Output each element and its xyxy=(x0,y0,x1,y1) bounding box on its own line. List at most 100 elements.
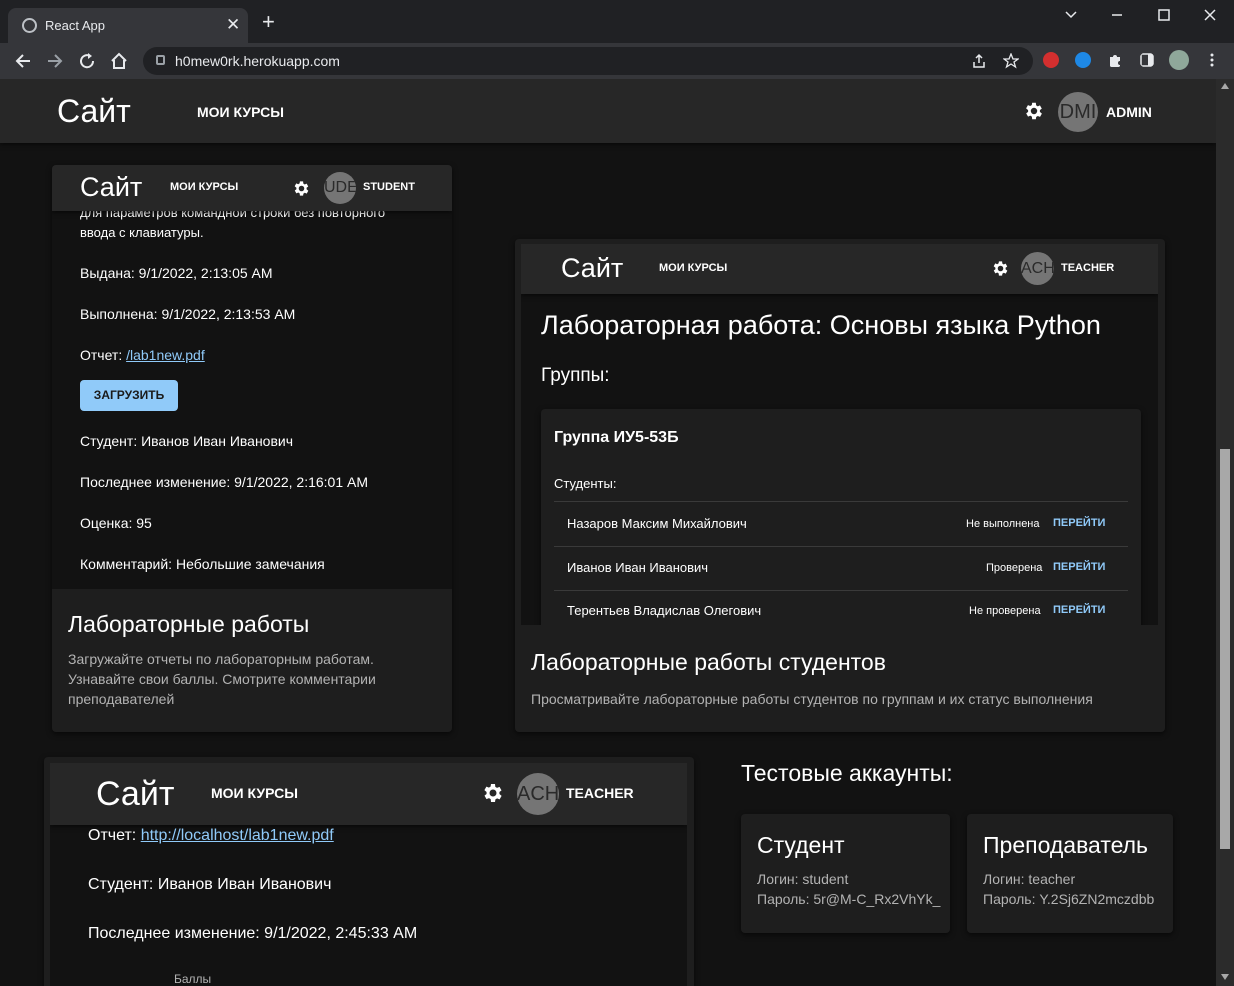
new-tab-button[interactable]: + xyxy=(262,11,275,33)
student-row: Назаров Максим Михайлович Не выполнена П… xyxy=(554,502,1128,546)
user-role: TEACHER xyxy=(566,785,634,801)
report-label: Отчет: xyxy=(88,827,141,844)
grade: Оценка: 95 xyxy=(80,515,152,531)
card-description: Просматривайте лабораторные работы студе… xyxy=(531,691,1093,707)
browser-tab[interactable]: React App ✕ xyxy=(8,8,248,43)
account-login: Логин: student xyxy=(757,871,849,887)
student-row-name: Иванов Иван Иванович xyxy=(567,560,709,575)
extension-blue-icon[interactable] xyxy=(1075,52,1091,68)
page-scrollbar[interactable] xyxy=(1216,79,1234,986)
scroll-up-icon[interactable] xyxy=(1221,83,1229,89)
student-app-bar: Сайт МОИ КУРСЫ UDE STUDENT xyxy=(52,165,452,211)
close-window-icon[interactable] xyxy=(1203,8,1217,22)
account-title: Студент xyxy=(757,832,845,858)
comment: Комментарий: Небольшие замечания xyxy=(80,556,325,572)
student-feature-card: Сайт МОИ КУРСЫ UDE STUDENT для параметро… xyxy=(52,165,452,732)
group-card: Группа ИУ5-53Б Студенты: Назаров Максим … xyxy=(541,409,1141,625)
account-title: Преподаватель xyxy=(983,832,1149,858)
student-name: Студент: Иванов Иван Иванович xyxy=(88,876,332,893)
tab-title: React App xyxy=(45,18,105,33)
address-bar[interactable]: h0mew0rk.herokuapp.com xyxy=(143,47,1033,75)
students-label: Студенты: xyxy=(554,476,617,491)
side-panel-icon[interactable] xyxy=(1139,52,1155,68)
lab-description-line: ввода с клавиатуры. xyxy=(80,225,204,240)
gear-icon xyxy=(993,261,1008,276)
report-row: Отчет: http://localhost/lab1new.pdf xyxy=(88,827,334,845)
scroll-thumb[interactable] xyxy=(1220,449,1230,849)
site-logo[interactable]: Сайт xyxy=(57,93,131,130)
card-title: Лабораторные работы xyxy=(68,611,310,637)
forward-arrow-icon[interactable] xyxy=(46,52,64,70)
student-row-name: Назаров Максим Михайлович xyxy=(567,516,747,531)
go-button[interactable]: ПЕРЕЙТИ xyxy=(1053,517,1105,529)
theme-gear-icon[interactable] xyxy=(1023,100,1045,122)
gear-icon xyxy=(484,784,502,802)
go-button[interactable]: ПЕРЕЙТИ xyxy=(1053,561,1105,573)
student-row-name: Терентьев Владислав Олегович xyxy=(567,603,762,618)
student-row: Иванов Иван Иванович Проверена ПЕРЕЙТИ xyxy=(554,547,1128,591)
user-role: TEACHER xyxy=(1061,262,1115,274)
student-account-card: Студент Логин: student Пароль: 5r@M-C_Rx… xyxy=(741,814,950,933)
site-logo: Сайт xyxy=(96,775,175,813)
share-icon[interactable] xyxy=(971,53,987,69)
student-row-status: Не проверена xyxy=(969,605,1041,617)
browser-tab-bar: React App ✕ + xyxy=(0,0,1234,43)
last-change: Последнее изменение: 9/1/2022, 2:16:01 A… xyxy=(80,474,369,490)
reload-icon[interactable] xyxy=(78,52,96,70)
minimize-icon[interactable] xyxy=(1110,8,1124,22)
report-link[interactable]: http://localhost/lab1new.pdf xyxy=(141,827,334,844)
back-arrow-icon[interactable] xyxy=(14,52,32,70)
upload-button[interactable]: ЗАГРУЗИТЬ xyxy=(80,380,178,411)
student-row-status: Не выполнена xyxy=(966,518,1040,530)
user-avatar: ACH xyxy=(517,773,559,815)
user-role[interactable]: ADMIN xyxy=(1106,104,1152,120)
student-row-status: Проверена xyxy=(986,562,1043,574)
group-name: Группа ИУ5-53Б xyxy=(554,429,679,446)
gear-icon xyxy=(294,181,309,196)
teacher-grading-card: Сайт МОИ КУРСЫ ACH TEACHER Отчет: http:/… xyxy=(44,757,694,986)
lab-title: Лабораторная работа: Основы языка Python xyxy=(541,310,1101,340)
url-text: h0mew0rk.herokuapp.com xyxy=(175,53,340,69)
teacher-app-bar: Сайт МОИ КУРСЫ ACH TEACHER xyxy=(50,763,687,825)
test-accounts-heading: Тестовые аккаунты: xyxy=(741,760,953,786)
home-icon[interactable] xyxy=(110,52,128,70)
close-tab-icon[interactable]: ✕ xyxy=(226,15,240,35)
report-link[interactable]: /lab1new.pdf xyxy=(126,347,205,363)
user-avatar: UDE xyxy=(324,172,356,204)
browser-menu-icon[interactable] xyxy=(1204,52,1220,68)
browser-toolbar: h0mew0rk.herokuapp.com xyxy=(0,43,1234,79)
report-label: Отчет: xyxy=(80,347,127,363)
extension-red-icon[interactable] xyxy=(1043,52,1059,68)
my-courses-link[interactable]: МОИ КУРСЫ xyxy=(197,104,284,120)
extensions-puzzle-icon[interactable] xyxy=(1107,52,1123,68)
profile-avatar[interactable] xyxy=(1169,50,1189,70)
teacher-app-bar: Сайт МОИ КУРСЫ ACH TEACHER xyxy=(521,244,1158,294)
site-logo: Сайт xyxy=(80,172,143,202)
student-row: Терентьев Владислав Олегович Не проверен… xyxy=(554,591,1128,625)
globe-icon xyxy=(22,18,37,33)
groups-label: Группы: xyxy=(541,365,610,386)
go-button[interactable]: ПЕРЕЙТИ xyxy=(1053,604,1105,616)
user-avatar[interactable]: DMI xyxy=(1058,92,1098,132)
site-logo: Сайт xyxy=(561,253,624,283)
maximize-icon[interactable] xyxy=(1157,8,1171,22)
card-description: Загружайте отчеты по лабораторным работа… xyxy=(68,651,376,707)
teacher-feature-card: Сайт МОИ КУРСЫ ACH TEACHER Лабораторная … xyxy=(515,239,1165,732)
student-screenshot: Сайт МОИ КУРСЫ UDE STUDENT для параметро… xyxy=(52,165,452,589)
account-password: Пароль: Y.2Sj6ZN2mczdbb xyxy=(983,891,1155,907)
grading-screenshot: Сайт МОИ КУРСЫ ACH TEACHER Отчет: http:/… xyxy=(50,763,687,986)
points-label: Баллы xyxy=(174,972,212,986)
scroll-down-icon[interactable] xyxy=(1221,974,1229,980)
user-avatar: ACH xyxy=(1021,252,1054,285)
bookmark-star-icon[interactable] xyxy=(1003,53,1019,69)
account-login: Логин: teacher xyxy=(983,871,1076,887)
issued-date: Выдана: 9/1/2022, 2:13:05 AM xyxy=(80,265,273,281)
student-name: Студент: Иванов Иван Иванович xyxy=(80,433,294,449)
completed-date: Выполнена: 9/1/2022, 2:13:53 AM xyxy=(80,306,296,322)
my-courses-link: МОИ КУРСЫ xyxy=(170,181,239,193)
user-role: STUDENT xyxy=(363,181,415,193)
teacher-account-card: Преподаватель Логин: teacher Пароль: Y.2… xyxy=(967,814,1173,933)
my-courses-link: МОИ КУРСЫ xyxy=(659,262,728,274)
card-title: Лабораторные работы студентов xyxy=(531,649,886,675)
tab-search-icon[interactable] xyxy=(1064,8,1078,22)
